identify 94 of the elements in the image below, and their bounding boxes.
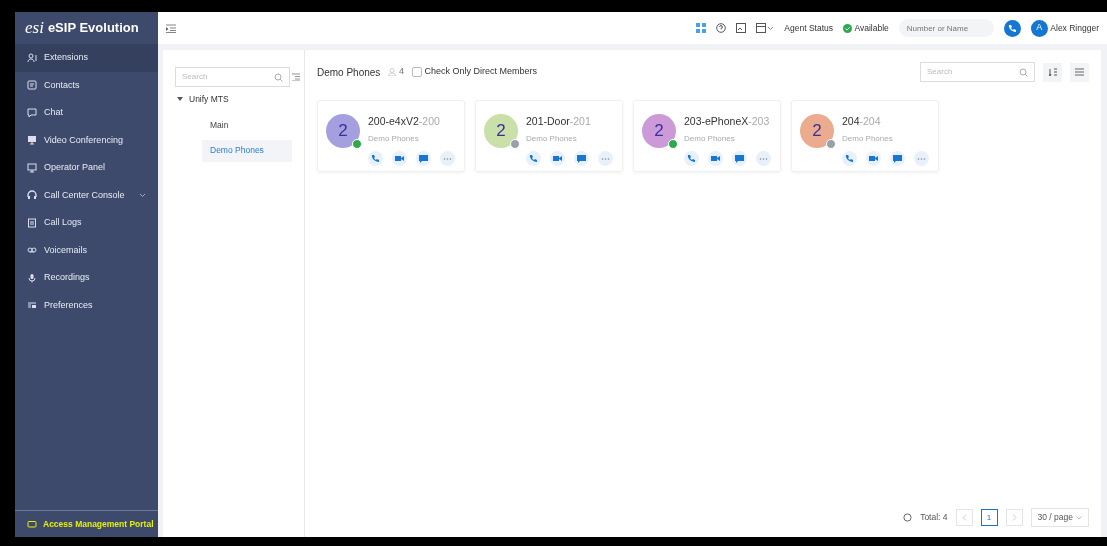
phone-icon bbox=[687, 153, 696, 163]
video-camera-icon bbox=[869, 153, 878, 163]
extension-group: Demo Phones bbox=[526, 132, 613, 145]
collapse-menu-icon bbox=[166, 23, 176, 33]
avatar: 2 bbox=[484, 114, 518, 148]
avatar: 2 bbox=[326, 114, 360, 148]
page-button[interactable]: 1 bbox=[980, 509, 998, 526]
tree-node[interactable]: Main bbox=[202, 114, 292, 137]
tree-node[interactable]: Unify MTS bbox=[175, 87, 304, 112]
dial-field[interactable]: Number or Name bbox=[898, 19, 994, 37]
video-camera-icon bbox=[711, 153, 720, 163]
phone-icon bbox=[529, 153, 538, 163]
direct-members-checkbox[interactable]: Check Only Direct Members bbox=[411, 65, 537, 79]
tree-node[interactable]: Demo Phones bbox=[202, 139, 292, 162]
extension-group: Demo Phones bbox=[684, 132, 771, 145]
image-icon bbox=[736, 23, 747, 33]
call-button[interactable] bbox=[526, 150, 541, 166]
caret-down-icon bbox=[177, 96, 183, 103]
chevron-right-icon bbox=[1011, 513, 1017, 521]
extension-group: Demo Phones bbox=[842, 132, 929, 145]
app-title: eSIP Evolution bbox=[47, 19, 139, 38]
phone-icon bbox=[371, 153, 380, 163]
message-button[interactable] bbox=[574, 150, 589, 166]
refresh-icon bbox=[903, 513, 913, 522]
window-dropdown-icon bbox=[756, 23, 775, 33]
video-camera-icon bbox=[395, 153, 404, 163]
user-avatar: A bbox=[1030, 19, 1048, 37]
video-call-button[interactable] bbox=[550, 150, 565, 166]
sidebar-item[interactable]: Chat bbox=[15, 99, 158, 127]
sort-icon bbox=[1048, 67, 1057, 77]
search-icon bbox=[1019, 67, 1028, 77]
video-call-button[interactable] bbox=[392, 150, 407, 166]
sort-button[interactable] bbox=[1043, 62, 1062, 82]
message-button[interactable] bbox=[732, 150, 747, 166]
portal-link[interactable]: Access Management Portal bbox=[43, 517, 154, 531]
presence-dropdown[interactable]: Available bbox=[843, 21, 889, 35]
phone-icon bbox=[1008, 24, 1017, 32]
chat-bubble-icon bbox=[419, 153, 428, 163]
monitor-icon bbox=[27, 162, 37, 173]
extension-name: 204-204 bbox=[842, 114, 882, 129]
list-icon bbox=[1075, 68, 1084, 76]
logo-mark: esi bbox=[25, 17, 44, 40]
total-count: Total: 4 bbox=[920, 511, 948, 524]
help-icon bbox=[716, 23, 727, 33]
sidebar-item[interactable]: Contacts bbox=[15, 71, 158, 99]
video-call-button[interactable] bbox=[708, 150, 723, 166]
collapse-tree-icon bbox=[292, 73, 300, 81]
sidebar-item[interactable]: Recordings bbox=[15, 264, 158, 292]
sidebar-item[interactable]: Voicemails bbox=[15, 236, 158, 264]
sidebar-item[interactable]: Operator Panel bbox=[15, 154, 158, 182]
extension-name: 200-e4xV2-200 bbox=[368, 114, 441, 129]
check-circle-icon bbox=[843, 23, 852, 33]
sliders-icon bbox=[27, 300, 37, 311]
screen-icon bbox=[27, 135, 37, 146]
voicemail-icon bbox=[27, 245, 37, 256]
chat-bubble-icon bbox=[893, 153, 902, 163]
headset-icon bbox=[27, 190, 37, 201]
grid-icon bbox=[696, 23, 707, 33]
page-size-dropdown[interactable]: 30 / page bbox=[1030, 508, 1089, 527]
chat-bubble-icon bbox=[735, 153, 744, 163]
avatar: 2 bbox=[800, 114, 834, 148]
phone-icon bbox=[845, 153, 854, 163]
chevron-left-icon bbox=[961, 513, 967, 521]
call-button[interactable] bbox=[684, 150, 699, 166]
sidebar-item[interactable]: Preferences bbox=[15, 291, 158, 319]
group-title: Demo Phones bbox=[317, 65, 381, 80]
extension-group: Demo Phones bbox=[368, 132, 455, 145]
agent-status-dropdown[interactable]: Agent Status bbox=[784, 21, 833, 35]
document-icon bbox=[27, 217, 37, 228]
call-button[interactable] bbox=[368, 150, 383, 166]
sidebar-item[interactable]: Call Logs bbox=[15, 209, 158, 237]
extension-name: 201-Door-201 bbox=[526, 114, 592, 129]
call-button[interactable] bbox=[1003, 19, 1021, 37]
chevron-down-icon bbox=[1076, 515, 1082, 520]
sidebar-item[interactable]: Video Conferencing bbox=[15, 126, 158, 154]
message-button[interactable] bbox=[416, 150, 431, 166]
people-icon bbox=[27, 52, 37, 63]
portal-icon bbox=[27, 520, 37, 528]
microphone-icon bbox=[27, 272, 37, 283]
chat-icon bbox=[27, 107, 37, 118]
person-icon bbox=[388, 68, 397, 76]
chat-bubble-icon bbox=[577, 153, 586, 163]
search-icon bbox=[273, 72, 283, 82]
member-count: 4 bbox=[388, 65, 404, 79]
sidebar-item[interactable]: Extensions bbox=[15, 44, 158, 72]
message-button[interactable] bbox=[890, 150, 905, 166]
user-menu[interactable]: A Alex Ringger bbox=[1030, 19, 1099, 37]
avatar: 2 bbox=[642, 114, 676, 148]
video-camera-icon bbox=[553, 153, 562, 163]
video-call-button[interactable] bbox=[866, 150, 881, 166]
sidebar-item[interactable]: Call Center Console bbox=[15, 181, 158, 209]
contact-card-icon bbox=[27, 80, 37, 91]
extension-name: 203-ePhoneX-203 bbox=[684, 114, 771, 129]
call-button[interactable] bbox=[842, 150, 857, 166]
